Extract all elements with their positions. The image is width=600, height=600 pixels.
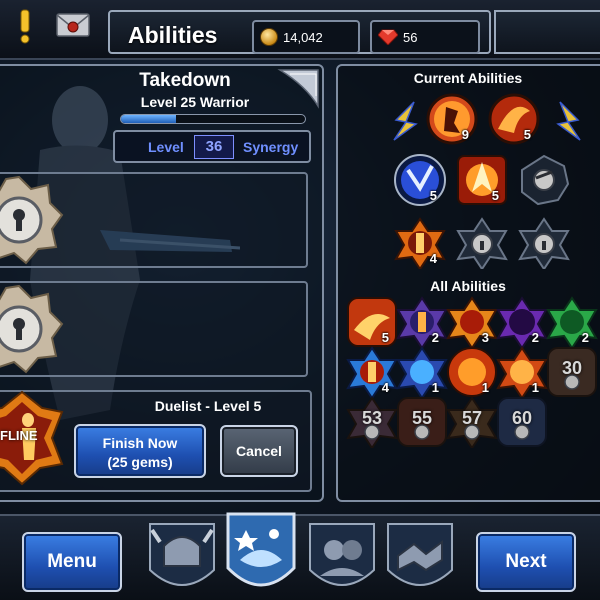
ability-level: 1 — [431, 380, 439, 395]
all-abilities-title: All Abilities — [430, 278, 506, 294]
current-ability-slot[interactable] — [518, 154, 570, 206]
ability-level: 5 — [491, 188, 499, 203]
locked-ability-icon[interactable]: 53 — [346, 396, 398, 450]
ability-icon[interactable]: 1 — [396, 346, 448, 400]
finish-now-label: Finish Now — [102, 435, 178, 451]
synergy-level-label: Level — [148, 139, 184, 155]
offline-label: FLINE — [0, 428, 38, 443]
inferno-icon — [447, 347, 497, 397]
storm-icon — [396, 346, 448, 400]
wing-left-icon — [393, 101, 418, 141]
ability-level: 4 — [381, 380, 389, 395]
ability-icon[interactable]: 1 — [496, 346, 548, 400]
current-ability-slot[interactable]: 9 — [426, 93, 478, 145]
synergy-value: 36 — [194, 135, 234, 159]
ability-icon[interactable]: 1 — [446, 346, 498, 398]
gold-counter[interactable]: 14,042 — [252, 20, 360, 54]
fire-warrior-icon — [426, 93, 478, 145]
hero-xp-bar — [120, 114, 306, 124]
frost-warrior-icon — [346, 346, 398, 400]
team-tab-icon[interactable] — [306, 520, 378, 598]
hero-name: Takedown — [139, 70, 231, 91]
ability-level: 2 — [531, 330, 539, 345]
wing-right-icon — [556, 101, 581, 141]
gem-amount: 56 — [403, 29, 418, 45]
synergy-label: Synergy — [243, 139, 299, 155]
mail-icon[interactable] — [55, 10, 91, 40]
unlock-level: 53 — [361, 408, 383, 428]
wing-emblem-icon — [277, 69, 319, 109]
lightning-icon — [394, 154, 446, 206]
finish-now-button[interactable]: Finish Now (25 gems) — [74, 424, 206, 478]
ability-level: 1 — [481, 380, 489, 395]
ability-icon[interactable]: 4 — [346, 346, 398, 400]
locked-ability-icon[interactable]: 55 — [396, 396, 448, 448]
ability-level: 3 — [481, 330, 489, 345]
menu-button[interactable]: Menu — [22, 532, 122, 592]
ability-icon[interactable]: 2 — [396, 296, 448, 350]
empty-ability-slot-icon — [521, 154, 570, 206]
current-ability-slot[interactable] — [518, 217, 570, 271]
alliance-tab-icon[interactable] — [384, 520, 456, 598]
fire-strike-icon — [488, 93, 540, 145]
ability-level: 4 — [429, 251, 437, 266]
ability-level: 2 — [581, 330, 589, 345]
locked-slot-icon — [456, 217, 508, 271]
ability-level: 9 — [461, 127, 469, 142]
locked-ability-icon[interactable]: 57 — [446, 396, 498, 450]
ability-icon[interactable]: 5 — [346, 296, 398, 348]
arcane-warrior-icon — [396, 296, 448, 350]
current-ability-slot[interactable]: 5 — [394, 154, 446, 206]
ability-level: 1 — [531, 380, 539, 395]
abilities-tab-icon[interactable] — [224, 510, 298, 598]
locked-ability-icon[interactable]: 60 — [496, 396, 548, 448]
shadow-icon — [496, 296, 548, 350]
unlock-level: 30 — [561, 358, 583, 378]
ability-icon[interactable]: 2 — [546, 296, 598, 350]
ember-icon — [496, 346, 548, 400]
blade-fury-icon — [457, 155, 507, 205]
fire-burst-icon — [394, 217, 446, 271]
lock-icon — [0, 284, 64, 374]
lock-icon — [0, 175, 64, 265]
current-ability-slot[interactable]: 5 — [488, 93, 540, 145]
finish-now-cost: (25 gems) — [107, 454, 173, 470]
current-ability-slot[interactable]: 5 — [456, 154, 508, 206]
ability-level: 5 — [381, 330, 389, 345]
gold-coin-icon — [260, 28, 278, 46]
ability-level: 5 — [523, 127, 531, 142]
fire-star-icon — [446, 296, 498, 350]
nature-icon — [546, 296, 598, 350]
cancel-button[interactable]: Cancel — [220, 425, 298, 477]
ability-icon[interactable]: 3 — [446, 296, 498, 350]
flame-slash-icon — [347, 297, 397, 347]
current-abilities-title: Current Abilities — [413, 70, 523, 86]
unlock-level: 55 — [411, 408, 433, 428]
page-title: Abilities — [128, 22, 218, 48]
gem-icon — [378, 29, 398, 45]
hero-xp-fill — [121, 115, 177, 123]
next-button[interactable]: Next — [476, 532, 576, 592]
ability-level: 2 — [431, 330, 439, 345]
alert-icon[interactable] — [14, 8, 36, 44]
helmet-tab-icon[interactable] — [146, 520, 218, 598]
top-bar-cap — [494, 10, 600, 54]
hero-level: Level 25 Warrior — [140, 94, 250, 110]
locked-ability-icon[interactable]: 30 — [546, 346, 598, 398]
gem-counter[interactable]: 56 — [370, 20, 480, 54]
unlock-level: 60 — [511, 408, 533, 428]
gold-amount: 14,042 — [283, 29, 323, 45]
ability-level: 5 — [429, 188, 437, 203]
unlock-level: 57 — [461, 408, 483, 428]
current-ability-slot[interactable] — [456, 217, 508, 271]
current-ability-slot[interactable]: 4 — [394, 217, 446, 271]
locked-slot-icon — [518, 217, 570, 271]
training-title: Duelist - Level 5 — [154, 398, 262, 414]
ability-icon[interactable]: 2 — [496, 296, 548, 350]
